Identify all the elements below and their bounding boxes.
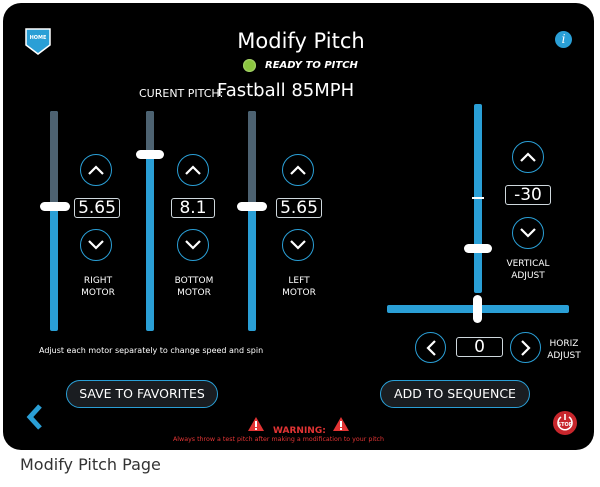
horiz-left-button[interactable] [415, 332, 446, 363]
motor-adjust-hint: Adjust each motor separately to change s… [39, 346, 264, 355]
current-pitch-value: Fastball 85MPH [217, 80, 355, 101]
vertical-down-button[interactable] [512, 217, 544, 249]
save-to-favorites-button[interactable]: SAVE TO FAVORITES [66, 380, 218, 408]
bottom-motor-up-button[interactable] [177, 154, 209, 186]
horiz-adjust-value[interactable]: 0 [456, 337, 503, 357]
chevron-left-icon [425, 339, 436, 356]
pitch-app-screen: HOME i Modify Pitch READY TO PITCH CUREN… [3, 3, 594, 450]
left-motor-slider[interactable] [248, 111, 256, 331]
chevron-down-icon [185, 240, 201, 250]
home-button[interactable]: HOME [25, 27, 51, 55]
right-motor-thumb[interactable] [40, 202, 70, 211]
page-title: Modify Pitch [237, 29, 365, 53]
right-motor-value[interactable]: 5.65 [74, 198, 120, 218]
chevron-down-icon [290, 240, 306, 250]
bottom-motor-value[interactable]: 8.1 [171, 198, 215, 218]
bottom-motor-thumb[interactable] [136, 150, 164, 159]
ready-status-indicator [243, 59, 256, 72]
back-button[interactable] [25, 403, 45, 431]
left-motor-down-button[interactable] [282, 229, 314, 261]
horiz-adjust-label: HORIZ ADJUST [547, 339, 581, 361]
current-pitch-label: CURENT PITCH: [139, 87, 224, 100]
warning-title: WARNING: [273, 426, 326, 436]
vertical-center-tick [472, 197, 484, 199]
bottom-motor-label: BOTTOM MOTOR [174, 276, 214, 298]
warning-icon [333, 417, 349, 431]
right-motor-up-button[interactable] [80, 154, 112, 186]
left-motor-up-button[interactable] [282, 154, 314, 186]
home-icon [25, 28, 51, 55]
bottom-motor-slider[interactable] [146, 111, 154, 331]
horiz-adjust-thumb[interactable] [473, 295, 482, 323]
chevron-down-icon [520, 228, 536, 238]
warning-icon [248, 417, 264, 431]
bottom-motor-down-button[interactable] [177, 229, 209, 261]
left-motor-label: LEFT MOTOR [282, 276, 316, 298]
left-motor-thumb[interactable] [237, 202, 267, 211]
chevron-right-icon [520, 339, 531, 356]
figure-caption: Modify Pitch Page [20, 455, 161, 474]
info-button[interactable]: i [555, 31, 572, 48]
add-to-sequence-button[interactable]: ADD TO SEQUENCE [380, 380, 530, 408]
home-label: HOME [29, 35, 47, 41]
vertical-adjust-value[interactable]: -30 [505, 185, 551, 205]
vertical-adjust-label: VERTICAL ADJUST [506, 259, 550, 281]
right-motor-label: RIGHT MOTOR [81, 276, 115, 298]
right-motor-down-button[interactable] [80, 229, 112, 261]
chevron-left-icon [26, 404, 42, 430]
ready-status-text: READY TO PITCH [265, 60, 358, 71]
stop-button[interactable]: STOP [553, 411, 577, 435]
stop-label: STOP [557, 422, 573, 428]
warning-text: Always throw a test pitch after making a… [173, 436, 384, 443]
chevron-down-icon [88, 240, 104, 250]
right-motor-slider[interactable] [50, 111, 58, 331]
chevron-up-icon [185, 165, 201, 175]
vertical-up-button[interactable] [512, 141, 544, 173]
horiz-right-button[interactable] [510, 332, 541, 363]
chevron-up-icon [88, 165, 104, 175]
vertical-adjust-thumb[interactable] [464, 244, 492, 253]
left-motor-value[interactable]: 5.65 [276, 198, 322, 218]
chevron-up-icon [520, 152, 536, 162]
chevron-up-icon [290, 165, 306, 175]
